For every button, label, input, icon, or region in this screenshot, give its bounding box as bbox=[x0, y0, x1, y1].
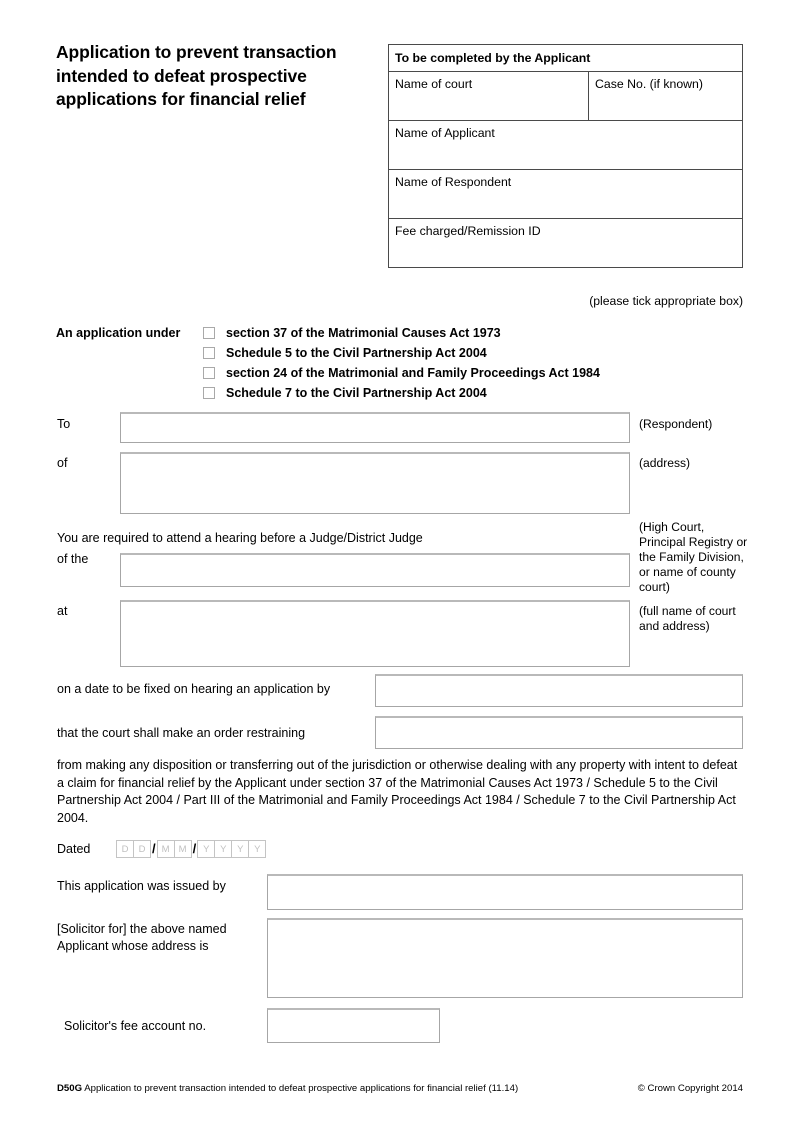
date-year-3[interactable]: Y bbox=[231, 840, 250, 858]
of-the-input[interactable] bbox=[120, 553, 630, 587]
to-note: (Respondent) bbox=[639, 417, 713, 431]
applicant-details-table: To be completed by the Applicant Name of… bbox=[388, 44, 743, 268]
checkbox-row-section-37[interactable]: section 37 of the Matrimonial Causes Act… bbox=[203, 325, 600, 345]
date-year-2[interactable]: Y bbox=[214, 840, 233, 858]
to-label: To bbox=[57, 417, 71, 431]
of-the-note: (High Court, Principal Registry or the F… bbox=[639, 520, 748, 594]
fee-account-input[interactable] bbox=[267, 1008, 440, 1043]
restraining-paragraph: from making any disposition or transferr… bbox=[57, 758, 738, 825]
fee-account-label: Solicitor's fee account no. bbox=[64, 1019, 207, 1033]
date-month-group[interactable]: M M bbox=[156, 840, 192, 858]
checkbox-section-24[interactable] bbox=[203, 367, 215, 379]
date-year-4[interactable]: Y bbox=[248, 840, 267, 858]
date-day-2[interactable]: D bbox=[133, 840, 151, 858]
order-restraining-input[interactable] bbox=[375, 716, 743, 749]
table-header-row: To be completed by the Applicant bbox=[389, 45, 742, 72]
of-the-label: of the bbox=[57, 552, 89, 566]
footer-form-description: Application to prevent transaction inten… bbox=[84, 1083, 519, 1094]
issued-by-input[interactable] bbox=[267, 874, 743, 910]
table-row-fee[interactable]: Fee charged/Remission ID bbox=[389, 219, 742, 267]
checkbox-row-section-24[interactable]: section 24 of the Matrimonial and Family… bbox=[203, 365, 600, 385]
checkbox-label-section-24: section 24 of the Matrimonial and Family… bbox=[226, 366, 600, 380]
checkbox-label-section-37: section 37 of the Matrimonial Causes Act… bbox=[226, 326, 501, 340]
at-note: (full name of court and address) bbox=[639, 604, 736, 633]
date-day-group[interactable]: D D bbox=[116, 840, 151, 858]
on-date-label: on a date to be fixed on hearing an appl… bbox=[57, 682, 331, 696]
of-label: of bbox=[57, 456, 68, 470]
checkbox-row-schedule-7[interactable]: Schedule 7 to the Civil Partnership Act … bbox=[203, 385, 600, 405]
footer-form-code: D50G bbox=[57, 1083, 83, 1094]
issued-by-label: This application was issued by bbox=[57, 879, 226, 893]
case-number-field[interactable]: Case No. (if known) bbox=[589, 72, 742, 120]
checkbox-label-schedule-7: Schedule 7 to the Civil Partnership Act … bbox=[226, 386, 487, 400]
name-of-applicant-field[interactable]: Name of Applicant bbox=[389, 121, 742, 169]
footer-description: D50G Application to prevent transaction … bbox=[57, 1083, 518, 1094]
name-of-respondent-field[interactable]: Name of Respondent bbox=[389, 170, 742, 218]
date-year-group[interactable]: Y Y Y Y bbox=[197, 840, 267, 858]
application-under-label: An application under bbox=[56, 326, 181, 340]
at-label: at bbox=[57, 604, 68, 618]
order-restraining-label: that the court shall make an order restr… bbox=[57, 726, 306, 740]
table-header-label: To be completed by the Applicant bbox=[395, 51, 591, 65]
form-page: Application to prevent transaction inten… bbox=[0, 0, 800, 1131]
tick-instruction-note: (please tick appropriate box) bbox=[589, 294, 743, 308]
checkbox-section-37[interactable] bbox=[203, 327, 215, 339]
on-date-input[interactable] bbox=[375, 674, 743, 707]
checkbox-row-schedule-5[interactable]: Schedule 5 to the Civil Partnership Act … bbox=[203, 345, 600, 365]
table-row-respondent[interactable]: Name of Respondent bbox=[389, 170, 742, 219]
fee-charged-field[interactable]: Fee charged/Remission ID bbox=[389, 219, 742, 267]
application-under-options: section 37 of the Matrimonial Causes Act… bbox=[203, 325, 600, 405]
table-row-court[interactable]: Name of court Case No. (if known) bbox=[389, 72, 742, 121]
checkbox-label-schedule-5: Schedule 5 to the Civil Partnership Act … bbox=[226, 346, 487, 360]
checkbox-schedule-7[interactable] bbox=[203, 387, 215, 399]
dated-label: Dated bbox=[57, 842, 91, 856]
date-day-1[interactable]: D bbox=[116, 840, 134, 858]
hearing-instruction-text: You are required to attend a hearing bef… bbox=[57, 531, 423, 545]
of-note: (address) bbox=[639, 456, 691, 470]
date-month-1[interactable]: M bbox=[156, 840, 175, 858]
name-of-court-field[interactable]: Name of court bbox=[389, 72, 589, 120]
checkbox-schedule-5[interactable] bbox=[203, 347, 215, 359]
to-input[interactable] bbox=[120, 412, 630, 443]
table-row-applicant[interactable]: Name of Applicant bbox=[389, 121, 742, 170]
date-year-1[interactable]: Y bbox=[197, 840, 216, 858]
dated-date-input[interactable]: D D / M M / Y Y Y Y bbox=[116, 840, 267, 858]
solicitor-for-label: [Solicitor for] the above named Applican… bbox=[57, 922, 227, 953]
footer-copyright: © Crown Copyright 2014 bbox=[637, 1083, 743, 1094]
solicitor-for-input[interactable] bbox=[267, 918, 743, 998]
at-input[interactable] bbox=[120, 600, 630, 667]
of-address-input[interactable] bbox=[120, 452, 630, 514]
page-title: Application to prevent transaction inten… bbox=[56, 42, 337, 109]
date-month-2[interactable]: M bbox=[173, 840, 192, 858]
